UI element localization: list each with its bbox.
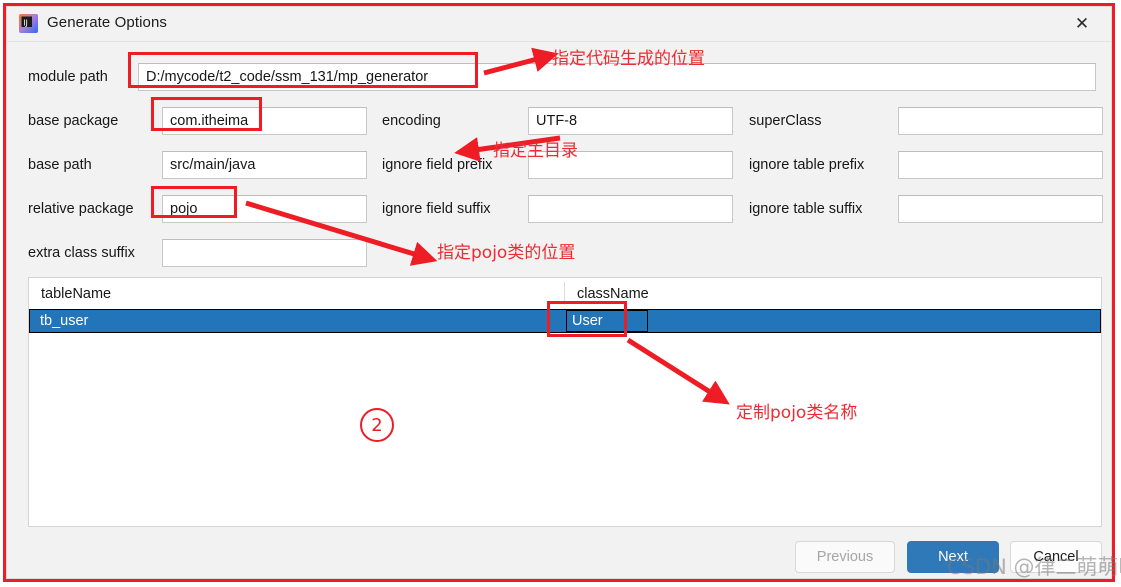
label-extra-class-suffix: extra class suffix — [28, 245, 135, 261]
input-ignore-field-suffix[interactable] — [528, 195, 733, 223]
input-relative-package[interactable]: pojo — [162, 195, 367, 223]
label-ignore-field-suffix: ignore field suffix — [382, 201, 491, 217]
label-ignore-table-prefix: ignore table prefix — [749, 157, 865, 173]
column-header-tablename[interactable]: tableName — [29, 278, 564, 309]
input-ignore-table-prefix[interactable] — [898, 151, 1103, 179]
screenshot-root: IJ Generate Options ✕ module path D:/myc… — [0, 0, 1121, 587]
cell-tablename[interactable]: tb_user — [30, 310, 560, 332]
dialog-titlebar: IJ Generate Options ✕ — [7, 7, 1111, 42]
label-relative-package: relative package — [28, 201, 134, 217]
dialog-title: Generate Options — [47, 14, 168, 31]
input-extra-class-suffix[interactable] — [162, 239, 367, 267]
svg-text:IJ: IJ — [23, 18, 28, 27]
table-row[interactable]: tb_user User — [29, 309, 1101, 333]
label-module-path: module path — [28, 69, 108, 85]
input-base-package[interactable]: com.itheima — [162, 107, 367, 135]
label-base-package: base package — [28, 113, 119, 129]
input-super-class[interactable] — [898, 107, 1103, 135]
label-ignore-table-suffix: ignore table suffix — [749, 201, 863, 217]
previous-button[interactable]: Previous — [795, 541, 895, 573]
label-super-class: superClass — [749, 113, 822, 129]
label-base-path: base path — [28, 157, 92, 173]
input-encoding[interactable]: UTF-8 — [528, 107, 733, 135]
input-module-path[interactable]: D:/mycode/t2_code/ssm_131/mp_generator — [138, 63, 1096, 91]
close-icon[interactable]: ✕ — [1059, 7, 1105, 40]
input-ignore-field-prefix[interactable] — [528, 151, 733, 179]
label-encoding: encoding — [382, 113, 441, 129]
column-header-classname[interactable]: className — [565, 278, 1101, 309]
generate-options-dialog: IJ Generate Options ✕ module path D:/myc… — [6, 6, 1112, 579]
intellij-idea-icon: IJ — [19, 14, 38, 33]
input-ignore-table-suffix[interactable] — [898, 195, 1103, 223]
label-ignore-field-prefix: ignore field prefix — [382, 157, 493, 173]
input-base-path[interactable]: src/main/java — [162, 151, 367, 179]
cell-classname[interactable]: User — [566, 310, 648, 332]
watermark: CSDN @律二萌萌哒 — [947, 555, 1121, 579]
tables-grid[interactable]: tableName className tb_user User — [28, 277, 1102, 527]
table-header: tableName className — [29, 278, 1101, 310]
